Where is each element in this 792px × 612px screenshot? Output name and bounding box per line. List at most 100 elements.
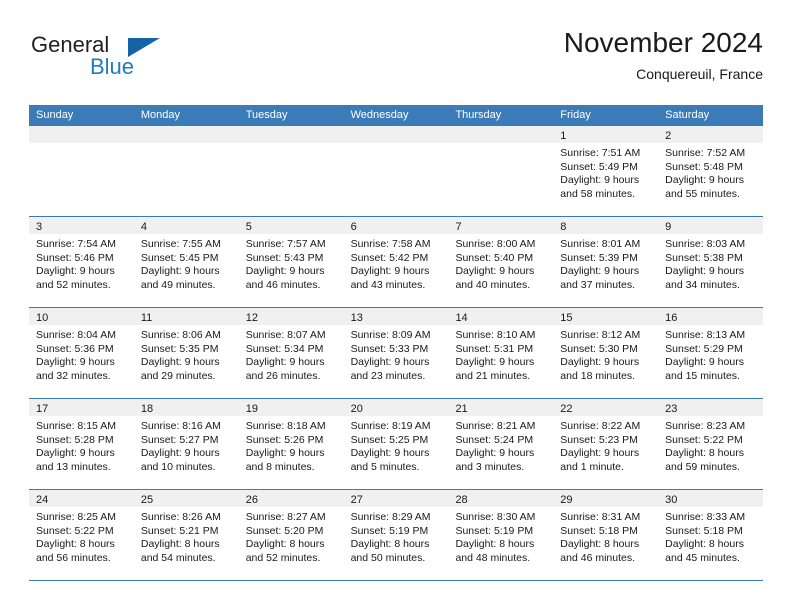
day-cell-24[interactable]: 24 Sunrise: 8:25 AM Sunset: 5:22 PM Dayligh… (29, 490, 134, 580)
day-cell-9[interactable]: 9 Sunrise: 8:03 AM Sunset: 5:38 PM Daylight… (658, 217, 764, 307)
day-detail-line: Daylight: 8 hours (665, 538, 744, 551)
day-cell-6[interactable]: 6 Sunrise: 7:58 AM Sunset: 5:42 PM Daylight… (343, 217, 449, 307)
day-details: Sunrise: 8:10 AM Sunset: 5:31 PM Daylight:… (448, 325, 553, 383)
day-number-band: 3 (29, 217, 134, 234)
day-detail-line: and 18 minutes. (560, 369, 636, 382)
day-cell-12[interactable]: 12 Sunrise: 8:07 AM Sunset: 5:34 PM Dayligh… (238, 308, 344, 398)
day-cell-8[interactable]: 8 Sunrise: 8:01 AM Sunset: 5:39 PM Daylight… (553, 217, 659, 307)
day-number: 8 (560, 221, 567, 233)
day-cell-7[interactable]: 7 Sunrise: 8:00 AM Sunset: 5:40 PM Daylight… (448, 217, 554, 307)
day-detail-line: Daylight: 8 hours (350, 538, 430, 551)
day-detail-line: Sunset: 5:49 PM (560, 160, 638, 173)
day-details: Sunrise: 8:23 AM Sunset: 5:22 PM Daylight:… (658, 416, 763, 474)
day-number: 2 (665, 130, 672, 142)
day-detail-line: Sunset: 5:38 PM (665, 251, 743, 264)
day-detail-line: and 54 minutes. (140, 551, 216, 564)
day-detail-line: Daylight: 9 hours (36, 447, 115, 460)
day-detail-line: and 13 minutes. (36, 460, 111, 473)
day-detail-line: and 58 minutes. (560, 187, 636, 200)
day-detail-line: Sunset: 5:19 PM (455, 524, 534, 537)
day-number-band: 13 (343, 308, 449, 325)
day-detail-line: Sunset: 5:30 PM (560, 342, 638, 355)
day-cell-25[interactable]: 25 Sunrise: 8:26 AM Sunset: 5:21 PM Dayligh… (133, 490, 239, 580)
day-detail-line: and 8 minutes. (245, 460, 315, 473)
day-number-band: 20 (343, 399, 449, 416)
day-detail-line: Sunrise: 8:06 AM (140, 329, 221, 341)
day-detail-line: Sunrise: 7:57 AM (245, 238, 326, 250)
day-cell-16[interactable]: 16 Sunrise: 8:13 AM Sunset: 5:29 PM Dayligh… (658, 308, 764, 398)
day-detail-line: Daylight: 9 hours (350, 356, 430, 369)
day-number: 17 (36, 403, 49, 415)
day-detail-line: Sunrise: 8:22 AM (560, 420, 641, 432)
calendar-grid: Sunday Monday Tuesday Wednesday Thursday Frid… (29, 105, 764, 581)
day-cell-30[interactable]: 30 Sunrise: 8:33 AM Sunset: 5:18 PM Dayligh… (658, 490, 764, 580)
day-cell-29[interactable]: 29 Sunrise: 8:31 AM Sunset: 5:18 PM Dayligh… (553, 490, 659, 580)
day-cell-21[interactable]: 21 Sunrise: 8:21 AM Sunset: 5:24 PM Dayligh… (448, 399, 554, 489)
day-detail-line: Sunrise: 8:10 AM (455, 329, 536, 341)
day-number-band: 27 (343, 490, 449, 507)
day-detail-line: and 49 minutes. (140, 278, 216, 291)
day-cell-13[interactable]: 13 Sunrise: 8:09 AM Sunset: 5:33 PM Dayligh… (343, 308, 449, 398)
location-subtitle: Conquereuil, France (636, 66, 763, 82)
day-cell-11[interactable]: 11 Sunrise: 8:06 AM Sunset: 5:35 PM Dayligh… (133, 308, 239, 398)
day-number: 26 (245, 494, 258, 506)
day-details: Sunrise: 8:03 AM Sunset: 5:38 PM Daylight:… (658, 234, 763, 292)
day-detail-line: Sunrise: 8:19 AM (350, 420, 431, 432)
day-cell-10[interactable]: 10 Sunrise: 8:04 AM Sunset: 5:36 PM Dayligh… (29, 308, 134, 398)
day-cell-23[interactable]: 23 Sunrise: 8:23 AM Sunset: 5:22 PM Dayligh… (658, 399, 764, 489)
day-cell-27[interactable]: 27 Sunrise: 8:29 AM Sunset: 5:19 PM Dayligh… (343, 490, 449, 580)
day-cell-15[interactable]: 15 Sunrise: 8:12 AM Sunset: 5:30 PM Dayligh… (553, 308, 659, 398)
day-detail-line: Sunset: 5:34 PM (245, 342, 324, 355)
day-detail-line: Sunrise: 8:15 AM (36, 420, 116, 432)
day-detail-line: and 29 minutes. (140, 369, 216, 382)
day-detail-line: Sunrise: 8:00 AM (455, 238, 536, 250)
day-cell-2[interactable]: 2 Sunrise: 7:52 AM Sunset: 5:48 PM Daylight… (658, 126, 764, 216)
day-details: Sunrise: 7:51 AM Sunset: 5:49 PM Daylight:… (553, 143, 658, 201)
day-number-band (29, 126, 134, 143)
day-number: 23 (665, 403, 678, 415)
day-detail-line: Sunrise: 8:12 AM (560, 329, 641, 341)
day-number-band: 4 (133, 217, 239, 234)
day-number: 25 (140, 494, 154, 506)
day-number: 29 (560, 494, 573, 506)
day-cell-26[interactable]: 26 Sunrise: 8:27 AM Sunset: 5:20 PM Dayligh… (238, 490, 344, 580)
day-detail-line: Sunrise: 8:03 AM (665, 238, 746, 250)
weekday-header-monday: Monday (140, 109, 180, 121)
day-number-band: 16 (658, 308, 764, 325)
day-number-band: 23 (658, 399, 764, 416)
day-detail-line: Sunrise: 8:01 AM (560, 238, 641, 250)
day-cell-28[interactable]: 28 Sunrise: 8:30 AM Sunset: 5:19 PM Dayligh… (448, 490, 554, 580)
day-number-band: 15 (553, 308, 659, 325)
day-cell-22[interactable]: 22 Sunrise: 8:22 AM Sunset: 5:23 PM Dayligh… (553, 399, 659, 489)
day-cell-17[interactable]: 17 Sunrise: 8:15 AM Sunset: 5:28 PM Dayligh… (29, 399, 134, 489)
day-cell-14[interactable]: 14 Sunrise: 8:10 AM Sunset: 5:31 PM Dayligh… (448, 308, 554, 398)
day-number-band: 30 (658, 490, 764, 507)
day-detail-line: Sunrise: 8:27 AM (245, 511, 326, 523)
day-cell-1[interactable]: 1 Sunrise: 7:51 AM Sunset: 5:49 PM Daylight… (553, 126, 659, 216)
day-cell-4[interactable]: 4 Sunrise: 7:55 AM Sunset: 5:45 PM Daylight… (133, 217, 239, 307)
day-detail-line: Sunrise: 7:54 AM (36, 238, 116, 250)
day-number: 24 (36, 494, 49, 506)
day-cell-19[interactable]: 19 Sunrise: 8:18 AM Sunset: 5:26 PM Dayligh… (238, 399, 344, 489)
day-detail-line: and 37 minutes. (560, 278, 636, 291)
brand-logo[interactable]: General Blue (29, 32, 209, 94)
day-details: Sunrise: 7:55 AM Sunset: 5:45 PM Daylight:… (134, 234, 239, 292)
calendar-bottom-rule (29, 580, 763, 581)
day-number-band (343, 126, 449, 143)
day-number: 4 (140, 221, 147, 233)
day-cell-20[interactable]: 20 Sunrise: 8:19 AM Sunset: 5:25 PM Dayligh… (343, 399, 449, 489)
day-number: 7 (455, 221, 462, 233)
day-detail-line: Daylight: 9 hours (140, 356, 220, 369)
day-cell-empty (238, 126, 344, 216)
day-cell-18[interactable]: 18 Sunrise: 8:16 AM Sunset: 5:27 PM Dayligh… (133, 399, 239, 489)
day-details: Sunrise: 8:09 AM Sunset: 5:33 PM Daylight:… (344, 325, 449, 383)
day-detail-line: Daylight: 9 hours (245, 356, 325, 369)
day-detail-line: Daylight: 8 hours (245, 538, 325, 551)
day-details: Sunrise: 8:15 AM Sunset: 5:28 PM Daylight:… (29, 416, 134, 474)
day-cell-3[interactable]: 3 Sunrise: 7:54 AM Sunset: 5:46 PM Daylight… (29, 217, 134, 307)
day-details: Sunrise: 7:54 AM Sunset: 5:46 PM Daylight:… (29, 234, 134, 292)
day-cell-5[interactable]: 5 Sunrise: 7:57 AM Sunset: 5:43 PM Daylight… (238, 217, 344, 307)
day-detail-line: and 55 minutes. (665, 187, 740, 200)
day-detail-line: and 56 minutes. (36, 551, 111, 564)
day-number-band (448, 126, 554, 143)
